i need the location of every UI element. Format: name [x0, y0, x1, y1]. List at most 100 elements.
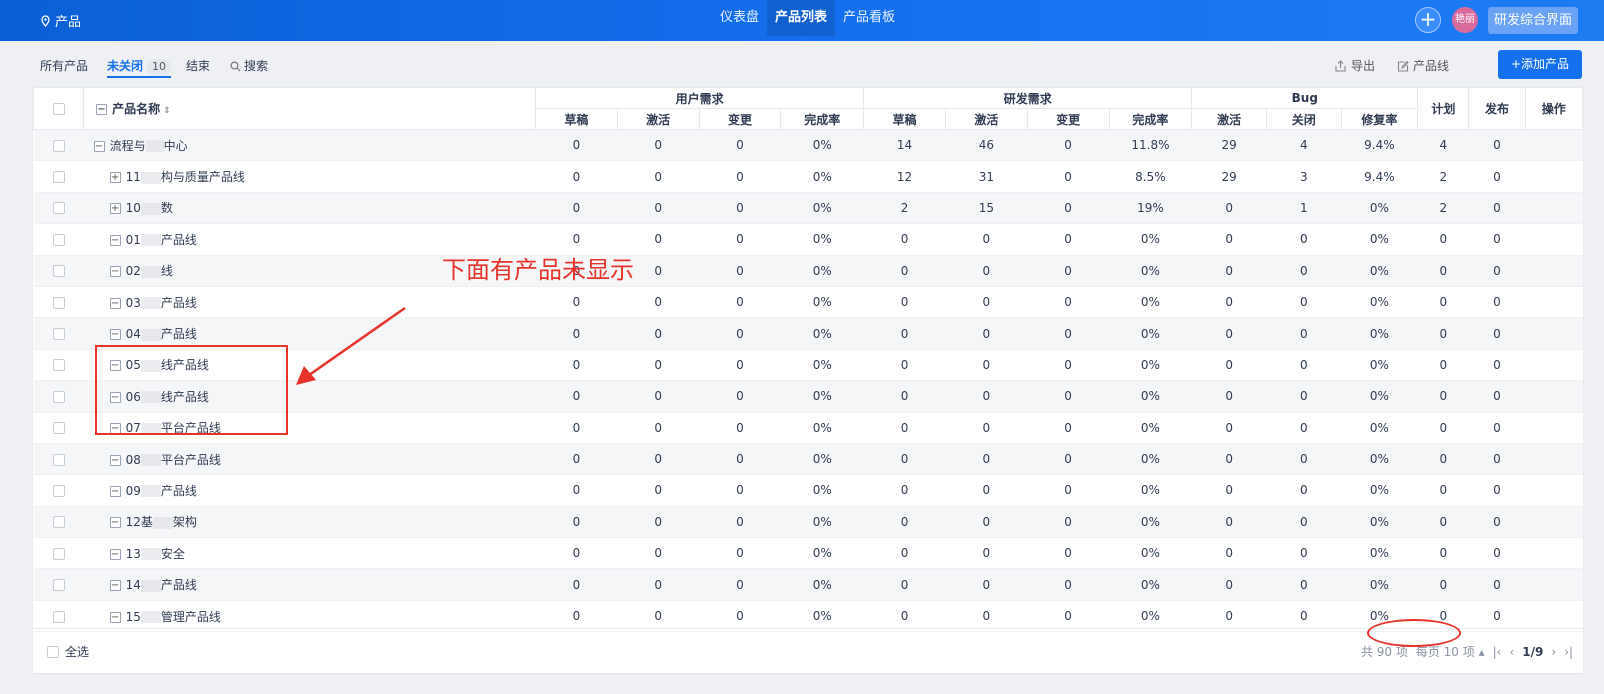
row-checkbox[interactable] [52, 296, 65, 309]
row-checkbox[interactable] [52, 359, 65, 372]
next-page-icon[interactable]: › [1551, 645, 1556, 659]
product-name-suffix[interactable]: 安全 [161, 547, 185, 561]
expand-toggle-icon[interactable]: − [109, 548, 121, 560]
tab-all-products[interactable]: 所有产品 [40, 56, 88, 76]
nav-product-list[interactable]: 产品列表 [767, 0, 836, 36]
action-cell[interactable] [1525, 160, 1583, 193]
product-name-cell[interactable]: +10 数 [83, 192, 536, 225]
action-cell[interactable] [1525, 412, 1583, 444]
action-cell[interactable] [1525, 443, 1583, 476]
product-name-cell[interactable]: −13 安全 [83, 537, 536, 570]
expand-toggle-icon[interactable]: + [109, 203, 121, 215]
expand-toggle-icon[interactable]: − [109, 517, 121, 529]
row-checkbox[interactable] [52, 547, 65, 560]
product-name-prefix[interactable]: 13 [126, 547, 141, 561]
product-name-suffix[interactable]: 产品线 [161, 327, 197, 341]
action-cell[interactable] [1525, 223, 1583, 256]
product-name-suffix[interactable]: 平台产品线 [161, 453, 221, 467]
row-checkbox[interactable] [52, 579, 65, 592]
action-cell[interactable] [1525, 349, 1583, 382]
action-cell[interactable] [1525, 380, 1583, 413]
app-brand[interactable]: 产品 [40, 11, 81, 30]
expand-toggle-icon[interactable]: − [109, 329, 121, 341]
row-checkbox[interactable] [52, 139, 65, 152]
action-cell[interactable] [1525, 474, 1583, 507]
product-name-prefix[interactable]: 09 [126, 484, 141, 498]
row-checkbox[interactable] [52, 390, 65, 403]
action-cell[interactable] [1525, 506, 1583, 539]
table-row[interactable]: −13 安全 0 0 0 0% 0 0 0 0% 0 0 0% 0 0 [33, 537, 1583, 570]
table-row[interactable]: +11 构与质量产品线 0 0 0 0% 12 31 0 8.5% 29 3 9.4% 2 0 [33, 160, 1583, 193]
table-row[interactable]: −08 平台产品线 0 0 0 0% 0 0 0 0% 0 0 0% 0 0 [33, 443, 1583, 476]
action-cell[interactable] [1525, 192, 1583, 225]
product-name-suffix[interactable]: 产品线 [161, 233, 197, 247]
product-name-cell[interactable]: −08 平台产品线 [83, 443, 536, 476]
header-checkbox[interactable] [52, 103, 65, 115]
product-name-prefix[interactable]: 流程与 [110, 139, 146, 153]
product-name-prefix[interactable]: 11 [126, 170, 141, 184]
product-name-prefix[interactable]: 04 [126, 327, 141, 341]
prev-page-icon[interactable]: ‹ [1509, 645, 1514, 659]
product-name-prefix[interactable]: 01 [126, 233, 141, 247]
tab-unclosed[interactable]: 未关闭 10 [107, 56, 172, 78]
product-name-suffix[interactable]: 产品线 [161, 484, 197, 498]
workspace-switcher[interactable]: 研发综合界面 [1488, 7, 1579, 34]
row-checkbox[interactable] [52, 265, 65, 278]
sort-icon[interactable]: ⇕ [163, 106, 171, 116]
row-checkbox[interactable] [52, 484, 65, 497]
header-product-name[interactable]: − 产品名称 ⇕ [83, 87, 536, 130]
avatar[interactable]: 艳丽 [1452, 7, 1478, 33]
product-name-prefix[interactable]: 03 [126, 296, 141, 310]
table-row[interactable]: +10 数 0 0 0 0% 2 15 0 19% 0 1 0% 2 0 [33, 192, 1583, 225]
row-checkbox[interactable] [52, 610, 65, 623]
product-name-suffix[interactable]: 管理产品线 [161, 610, 221, 624]
expand-toggle-icon[interactable]: − [109, 611, 121, 623]
product-name-cell[interactable]: +11 构与质量产品线 [83, 160, 536, 193]
add-product-button[interactable]: +添加产品 [1498, 50, 1582, 79]
select-all-checkbox[interactable] [47, 645, 59, 658]
product-name-suffix[interactable]: 线 [161, 264, 173, 278]
table-row[interactable]: −01 产品线 0 0 0 0% 0 0 0 0% 0 0 0% 0 0 [33, 223, 1583, 256]
first-page-icon[interactable]: |‹ [1493, 645, 1502, 659]
product-name-prefix[interactable]: 02 [126, 264, 141, 278]
row-checkbox[interactable] [52, 171, 65, 184]
product-name-suffix[interactable]: 数 [161, 201, 173, 215]
export-button[interactable]: 导出 [1334, 56, 1375, 76]
select-all[interactable]: 全选 [47, 643, 89, 660]
expand-toggle-icon[interactable]: − [93, 140, 105, 152]
collapse-all-icon[interactable]: − [96, 104, 108, 115]
table-row[interactable]: −03 产品线 0 0 0 0% 0 0 0 0% 0 0 0% 0 0 [33, 286, 1583, 319]
product-line-button[interactable]: 产品线 [1397, 56, 1449, 76]
action-cell[interactable] [1525, 317, 1583, 350]
product-name-prefix[interactable]: 08 [126, 453, 141, 467]
nav-product-kanban[interactable]: 产品看板 [835, 0, 903, 36]
row-checkbox[interactable] [52, 453, 65, 466]
product-name-cell[interactable]: −09 产品线 [83, 474, 536, 507]
nav-dashboard[interactable]: 仪表盘 [712, 0, 767, 36]
product-name-suffix[interactable]: 架构 [173, 515, 197, 529]
product-name-suffix[interactable]: 产品线 [161, 296, 197, 310]
product-name-prefix[interactable]: 12基 [126, 515, 153, 529]
action-cell[interactable] [1525, 286, 1583, 319]
action-cell[interactable] [1525, 537, 1583, 570]
expand-toggle-icon[interactable]: + [109, 172, 121, 184]
product-name-suffix[interactable]: 产品线 [161, 578, 197, 592]
expand-toggle-icon[interactable]: − [109, 485, 121, 497]
action-cell[interactable] [1525, 568, 1583, 601]
row-checkbox[interactable] [52, 328, 65, 341]
search-toggle[interactable]: 搜索 [230, 56, 268, 76]
global-create-button[interactable]: + [1415, 7, 1441, 33]
table-row[interactable]: − 流程与 中心 0 0 0 0% 14 46 0 11.8% 29 4 9.4% 4 0 [33, 129, 1583, 162]
product-name-prefix[interactable]: 14 [126, 578, 141, 592]
table-row[interactable]: −02 线 0 0 0 0% 0 0 0 0% 0 0 0% 0 0 [33, 255, 1583, 287]
row-checkbox[interactable] [52, 233, 65, 246]
product-name-prefix[interactable]: 15 [126, 610, 141, 624]
table-row[interactable]: −12基 架构 0 0 0 0% 0 0 0 0% 0 0 0% 0 0 [33, 506, 1583, 539]
expand-toggle-icon[interactable]: − [109, 454, 121, 466]
product-name-cell[interactable]: −12基 架构 [83, 506, 536, 539]
product-name-cell[interactable]: − 流程与 中心 [83, 129, 536, 162]
product-name-cell[interactable]: −14 产品线 [83, 568, 536, 601]
row-checkbox[interactable] [52, 202, 65, 215]
product-name-suffix[interactable]: 构与质量产品线 [161, 170, 245, 184]
row-checkbox[interactable] [52, 516, 65, 529]
